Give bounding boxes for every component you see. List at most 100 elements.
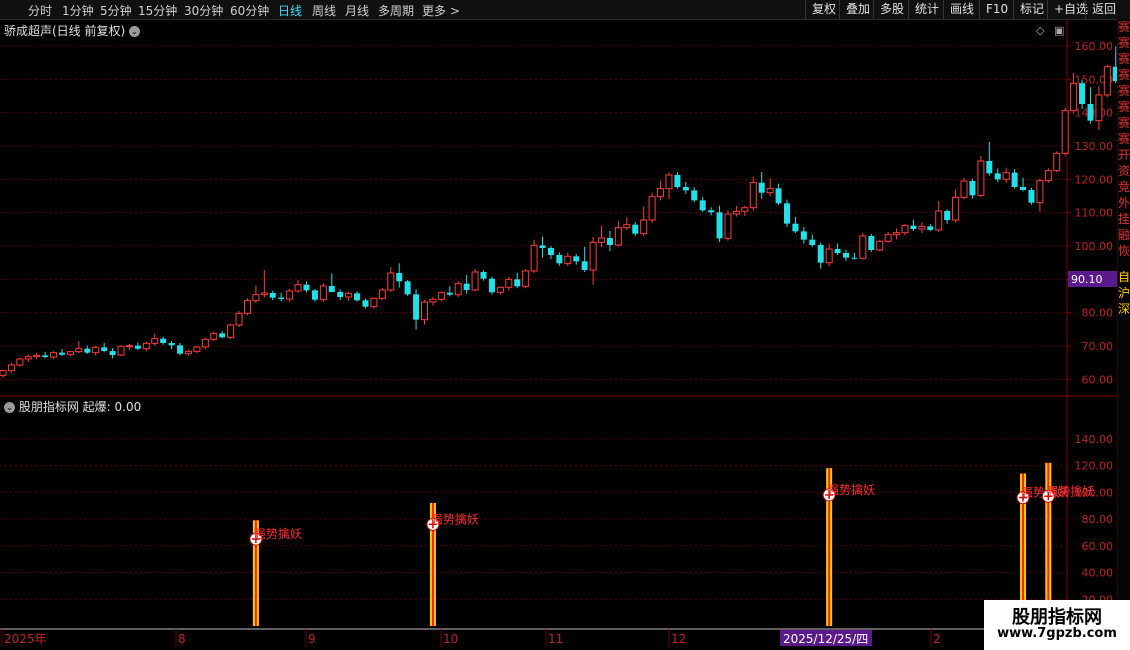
candle-body: [354, 293, 361, 301]
candle-body: [505, 278, 513, 288]
candle-body: [1103, 66, 1111, 96]
candle-body: [1002, 172, 1010, 180]
collapse-icon[interactable]: ⌄: [4, 402, 15, 413]
period-tab-weekly[interactable]: 周线: [312, 2, 336, 19]
candle-body: [437, 292, 445, 300]
period-tab-30min[interactable]: 30分钟: [184, 2, 223, 19]
candle-body: [994, 173, 1001, 180]
candle-body: [792, 223, 799, 232]
candle-body: [884, 234, 892, 242]
candle-body: [682, 187, 689, 191]
overlay-button[interactable]: 叠加: [839, 0, 876, 19]
candle-body: [674, 175, 681, 187]
chevron-down-icon[interactable]: ⌄: [129, 26, 141, 37]
candle-body: [969, 181, 976, 196]
candle-body: [66, 351, 74, 356]
candle-body: [758, 182, 765, 193]
mark-button[interactable]: 标记: [1013, 0, 1050, 19]
candle-body: [927, 226, 934, 230]
fuquan-button[interactable]: 复权: [805, 0, 842, 19]
candle-body: [834, 249, 841, 253]
candle-body: [294, 284, 302, 292]
candle-body: [1095, 94, 1103, 122]
signal-bar-core: [828, 468, 831, 626]
indicator-y-tick-label: 100.00: [1075, 486, 1114, 499]
window-icon[interactable]: ▣: [1054, 24, 1064, 37]
y-tick-label: 160.00: [1075, 40, 1114, 53]
candle-body: [446, 292, 453, 295]
candle-body: [227, 324, 235, 338]
signal-bar: [252, 520, 259, 626]
indicator-y-tick-label: 60.00: [1082, 540, 1114, 553]
candle-body: [168, 343, 175, 346]
candle-body: [210, 332, 218, 340]
multi-stock-button[interactable]: 多股: [873, 0, 910, 19]
candle-body: [952, 196, 960, 221]
period-tab-fenshi[interactable]: 分时: [28, 2, 52, 19]
candle-body: [84, 348, 91, 353]
candle-body: [530, 244, 538, 272]
candle-body: [117, 345, 125, 356]
period-tab-multi[interactable]: 多周期: [378, 2, 414, 19]
indicator-title[interactable]: ⌄ 股朋指标网 起爆: 0.00: [4, 398, 141, 415]
period-tab-60min[interactable]: 60分钟: [230, 2, 269, 19]
candle-body: [454, 283, 462, 296]
candle-body: [1061, 110, 1069, 154]
period-tab-5min[interactable]: 5分钟: [100, 2, 132, 19]
x-tick-label: 8: [178, 632, 186, 646]
candle-body: [378, 289, 386, 299]
signal-label: 强势擒妖: [827, 482, 875, 497]
date-cursor-label: 2025/12/25/四: [783, 632, 868, 646]
period-tab-1min[interactable]: 1分钟: [62, 2, 94, 19]
current-price-tag: 90.10: [1071, 273, 1103, 286]
period-tab-15min[interactable]: 15分钟: [138, 2, 177, 19]
candle-body: [1053, 152, 1061, 172]
statistics-button[interactable]: 统计: [908, 0, 945, 19]
candle-body: [303, 284, 310, 291]
candle-body: [269, 293, 276, 298]
indicator-y-tick-label: 80.00: [1082, 513, 1114, 526]
x-tick-label: 2: [933, 632, 941, 646]
candle-body: [0, 370, 7, 376]
x-tick-label: 11: [548, 632, 563, 646]
candle-body: [539, 245, 546, 248]
chart-corner-controls: ◇ ▣: [1036, 24, 1064, 37]
x-tick-label: 12: [671, 632, 686, 646]
period-tab-monthly[interactable]: 月线: [345, 2, 369, 19]
signal-bar-core: [254, 520, 257, 626]
candle-body: [598, 237, 606, 243]
side-info-strip[interactable]: 赛赛赛赛赛赛赛赛开资竞外挂融恢 自沪深: [1117, 19, 1130, 629]
candle-body: [471, 271, 479, 291]
y-tick-label: 90.00: [1082, 273, 1114, 286]
y-tick-label: 110.00: [1075, 207, 1114, 220]
back-button[interactable]: 返回: [1085, 0, 1122, 19]
indicator-y-tick-label: 140.00: [1075, 433, 1114, 446]
candle-body: [328, 286, 335, 292]
x-tick-label: 10: [443, 632, 458, 646]
candle-body: [809, 239, 816, 245]
candle-body: [429, 298, 437, 303]
diamond-icon[interactable]: ◇: [1036, 24, 1044, 37]
signal-marker: [822, 488, 836, 502]
candle-body: [589, 241, 597, 271]
kline-chart[interactable]: 60.00 70.00 80.00 90.00 100.00 110.00 120.00 13…: [0, 0, 1130, 650]
side-strip-text-lower: 自沪深: [1118, 270, 1130, 316]
period-tab-more[interactable]: 更多 >: [422, 2, 460, 19]
candle-body: [749, 182, 757, 209]
candle-body: [843, 253, 849, 258]
y-tick-label: 120.00: [1075, 173, 1114, 186]
draw-line-button[interactable]: 画线: [943, 0, 980, 19]
period-toolbar: 分时 1分钟 5分钟 15分钟 30分钟 60分钟 日线 周线 月线 多周期 更…: [0, 0, 1130, 20]
candle-body: [362, 300, 369, 307]
main-chart-title[interactable]: 骄成超声(日线 前复权) ⌄: [4, 22, 141, 39]
candle-body: [286, 290, 294, 300]
f10-button[interactable]: F10: [979, 0, 1014, 19]
candle-body: [893, 232, 901, 236]
period-tab-daily[interactable]: 日线: [278, 2, 302, 19]
candle-body: [75, 348, 83, 353]
candle-body: [783, 203, 790, 224]
candle-body: [278, 297, 285, 299]
candle-body: [151, 338, 159, 344]
signal-marker: [1016, 491, 1030, 505]
stock-title: 骄成超声(日线 前复权): [4, 24, 126, 38]
